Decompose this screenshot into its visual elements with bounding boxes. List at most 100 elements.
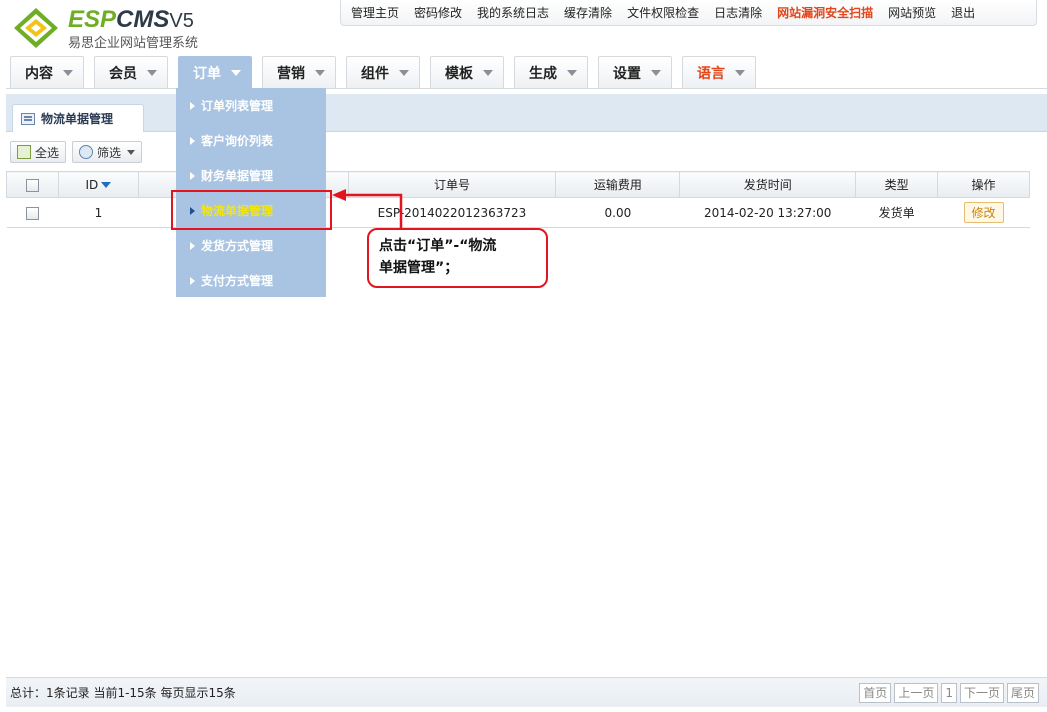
filter-label: 筛选 bbox=[97, 145, 122, 160]
chevron-down-icon bbox=[127, 149, 136, 155]
menu-item-label: 客户询价列表 bbox=[201, 134, 274, 148]
caret-right-icon bbox=[190, 136, 195, 145]
topnav-site-preview-link[interactable]: 网站预览 bbox=[888, 4, 936, 21]
document-icon bbox=[21, 112, 35, 125]
caret-right-icon bbox=[190, 171, 195, 180]
header-freight: 运输费用 bbox=[555, 171, 681, 198]
main-navigation: 内容 会员 订单 营销 组件 模板 生成 设置 语言 bbox=[10, 56, 766, 88]
tab-label: 模板 bbox=[445, 65, 473, 82]
menu-item-finance-docs[interactable]: 财务单据管理 bbox=[176, 158, 326, 193]
top-navigation: 管理主页 密码修改 我的系统日志 缓存清除 文件权限检查 日志清除 网站漏洞安全… bbox=[340, 0, 1037, 26]
tab-content[interactable]: 内容 bbox=[10, 56, 84, 88]
pager-prev-button[interactable]: 上一页 bbox=[894, 682, 939, 703]
tab-label: 内容 bbox=[25, 65, 53, 82]
logo-mark-icon bbox=[14, 8, 58, 48]
cell-freight: 0.00 bbox=[555, 197, 680, 228]
logo: ESPCMSV5 易思企业网站管理系统 bbox=[10, 4, 230, 51]
topnav-file-permission-link[interactable]: 文件权限检查 bbox=[627, 4, 699, 21]
tab-marketing[interactable]: 营销 bbox=[262, 56, 336, 88]
pager-last-button[interactable]: 尾页 bbox=[1006, 682, 1039, 703]
select-all-checkbox[interactable] bbox=[25, 178, 39, 192]
row-checkbox[interactable] bbox=[25, 206, 39, 220]
page-tab-bar: 物流单据管理 bbox=[6, 94, 1047, 132]
menu-item-label: 发货方式管理 bbox=[201, 239, 274, 253]
table-row: 1 ESP-2014022012363723 0.00 2014-02-20 1… bbox=[6, 197, 1030, 228]
chevron-down-icon bbox=[483, 69, 493, 76]
tab-orders[interactable]: 订单 bbox=[178, 56, 252, 88]
cell-action: 修改 bbox=[937, 197, 1030, 228]
logo-cms-text: CMS bbox=[116, 6, 170, 33]
footer-bar: 总计：1条记录 当前1-15条 每页显示15条 首页 上一页 1 下一页 尾页 bbox=[6, 677, 1047, 707]
pager-first-button[interactable]: 首页 bbox=[859, 682, 892, 703]
caret-right-icon bbox=[190, 241, 195, 250]
topnav-security-scan-link[interactable]: 网站漏洞安全扫描 bbox=[777, 4, 873, 21]
header-action: 操作 bbox=[937, 171, 1030, 198]
tab-language[interactable]: 语言 bbox=[682, 56, 756, 88]
header-id[interactable]: ID bbox=[57, 171, 139, 198]
menu-item-shipping-methods[interactable]: 发货方式管理 bbox=[176, 228, 326, 263]
tab-components[interactable]: 组件 bbox=[346, 56, 420, 88]
header-id-label: ID bbox=[85, 177, 99, 192]
logo-esp-text: ESP bbox=[68, 6, 117, 33]
menu-item-order-list[interactable]: 订单列表管理 bbox=[176, 88, 326, 123]
chevron-down-icon bbox=[63, 69, 73, 76]
tab-label: 组件 bbox=[361, 65, 389, 82]
menu-item-label: 支付方式管理 bbox=[201, 274, 274, 288]
chevron-down-icon bbox=[735, 69, 745, 76]
topnav-logout-link[interactable]: 退出 bbox=[951, 4, 975, 21]
topnav-clear-log-link[interactable]: 日志清除 bbox=[714, 4, 762, 21]
highlight-box bbox=[171, 190, 332, 230]
chevron-down-icon bbox=[147, 69, 157, 76]
menu-item-label: 财务单据管理 bbox=[201, 169, 274, 183]
toolbar: 全选 筛选 bbox=[6, 136, 1047, 168]
logo-subtitle: 易思企业网站管理系统 bbox=[68, 36, 199, 51]
tab-templates[interactable]: 模板 bbox=[430, 56, 504, 88]
topnav-password-link[interactable]: 密码修改 bbox=[414, 4, 462, 21]
row-checkbox-cell bbox=[6, 197, 59, 228]
header-checkbox-cell bbox=[6, 171, 59, 198]
page-tab-logistics[interactable]: 物流单据管理 bbox=[12, 104, 144, 132]
annotation-line-1: 点击“订单”-“物流 bbox=[379, 238, 497, 254]
cell-ship-time: 2014-02-20 13:27:00 bbox=[679, 197, 856, 228]
topnav-clear-cache-link[interactable]: 缓存清除 bbox=[564, 4, 612, 21]
tab-label: 生成 bbox=[529, 65, 557, 82]
tab-label: 会员 bbox=[109, 65, 137, 82]
select-all-label: 全选 bbox=[35, 145, 60, 160]
pager-page-1-button[interactable]: 1 bbox=[941, 682, 957, 703]
menu-item-inquiry-list[interactable]: 客户询价列表 bbox=[176, 123, 326, 158]
topnav-home-link[interactable]: 管理主页 bbox=[351, 4, 399, 21]
tab-label: 营销 bbox=[277, 65, 305, 82]
tab-settings[interactable]: 设置 bbox=[598, 56, 672, 88]
tab-label: 语言 bbox=[697, 65, 725, 82]
header-ship-time: 发货时间 bbox=[679, 171, 857, 198]
page-title: 物流单据管理 bbox=[41, 112, 114, 126]
select-all-icon bbox=[17, 145, 31, 159]
edit-button[interactable]: 修改 bbox=[963, 202, 1004, 223]
topnav-my-log-link[interactable]: 我的系统日志 bbox=[477, 4, 549, 21]
magnifier-icon bbox=[79, 145, 94, 159]
nav-divider bbox=[6, 88, 1047, 89]
chevron-down-icon bbox=[567, 69, 577, 76]
cell-id: 1 bbox=[58, 197, 139, 228]
tab-generate[interactable]: 生成 bbox=[514, 56, 588, 88]
menu-item-payment-methods[interactable]: 支付方式管理 bbox=[176, 263, 326, 298]
tab-members[interactable]: 会员 bbox=[94, 56, 168, 88]
sort-desc-icon[interactable] bbox=[101, 182, 112, 188]
filter-button[interactable]: 筛选 bbox=[72, 141, 143, 163]
pagination: 首页 上一页 1 下一页 尾页 bbox=[856, 682, 1039, 703]
header-type: 类型 bbox=[855, 171, 939, 198]
record-summary: 总计：1条记录 当前1-15条 每页显示15条 bbox=[10, 686, 236, 700]
table-header-row: ID 订单号 运输费用 发货时间 类型 操作 bbox=[6, 171, 1030, 198]
chevron-down-icon bbox=[651, 69, 661, 76]
caret-right-icon bbox=[190, 276, 195, 285]
select-all-button[interactable]: 全选 bbox=[10, 141, 67, 163]
chevron-down-icon bbox=[399, 69, 409, 76]
pager-next-button[interactable]: 下一页 bbox=[959, 682, 1004, 703]
caret-right-icon bbox=[190, 101, 195, 110]
chevron-down-icon bbox=[315, 69, 325, 76]
tab-label: 订单 bbox=[193, 65, 221, 82]
cell-type: 发货单 bbox=[855, 197, 938, 228]
logo-version-text: V5 bbox=[169, 10, 194, 32]
annotation-callout: 点击“订单”-“物流 单据管理”； bbox=[367, 228, 548, 288]
menu-item-label: 订单列表管理 bbox=[201, 99, 274, 113]
